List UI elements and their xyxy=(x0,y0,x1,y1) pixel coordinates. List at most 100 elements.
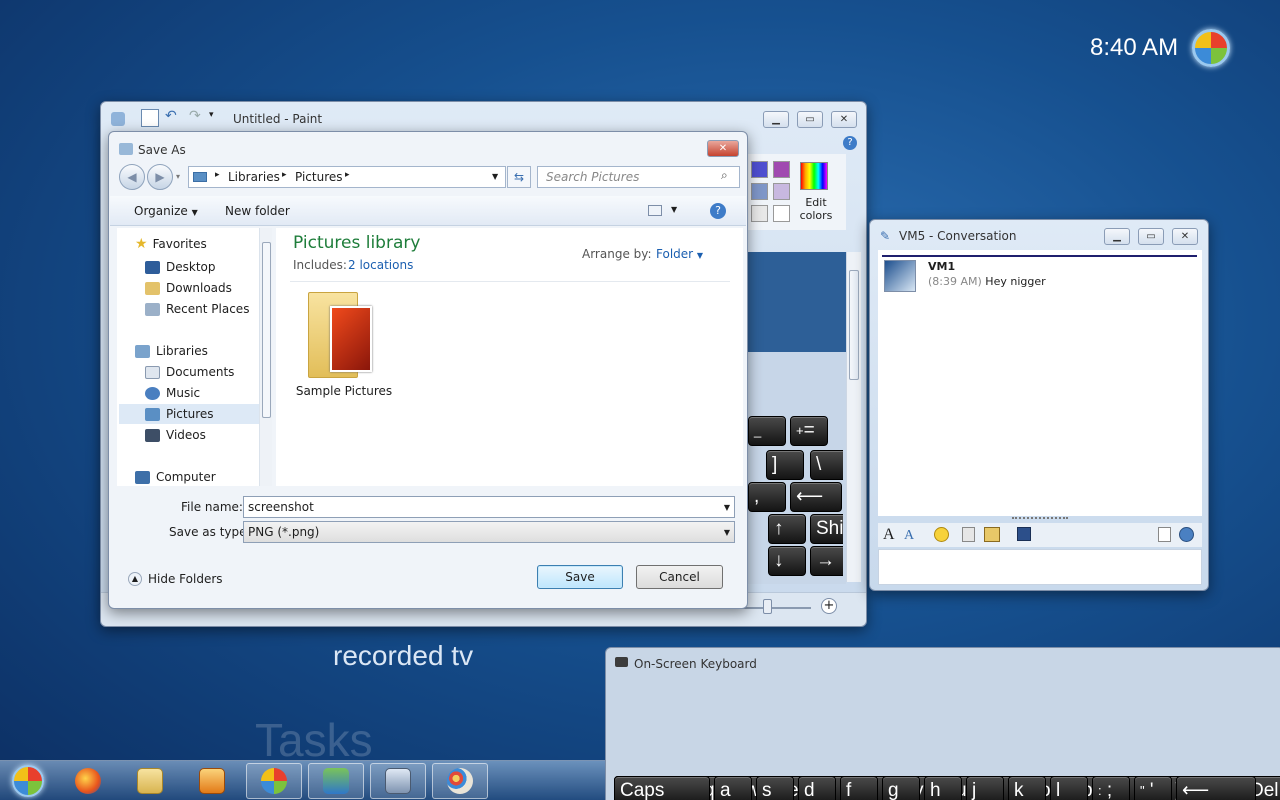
zoom-slider-thumb[interactable] xyxy=(763,599,772,614)
search-icon[interactable]: ⌕ xyxy=(721,168,728,183)
emoticon-icon[interactable] xyxy=(934,527,949,542)
wink-icon[interactable] xyxy=(984,527,1000,542)
key[interactable]: , xyxy=(748,482,786,512)
save-icon[interactable] xyxy=(1017,527,1031,541)
address-bar[interactable]: ▸ Libraries ▸ Pictures ▸ ▼ xyxy=(188,166,506,188)
breadcrumb-separator-icon[interactable]: ▸ xyxy=(282,170,287,180)
paint-maximize-button[interactable]: ▭ xyxy=(797,111,823,128)
key-char[interactable]: j xyxy=(966,776,1004,800)
conversation-close-button[interactable]: ✕ xyxy=(1172,228,1198,245)
media-center-menu-item[interactable]: recorded tv xyxy=(333,640,473,672)
color-swatch[interactable] xyxy=(751,205,768,222)
scrollbar-thumb[interactable] xyxy=(262,242,271,418)
paint-app-icon[interactable] xyxy=(111,112,125,126)
paint-minimize-button[interactable]: ▁ xyxy=(763,111,789,128)
paint-vertical-scrollbar[interactable] xyxy=(846,252,861,582)
color-swatch[interactable] xyxy=(751,161,768,178)
key-char[interactable]: f xyxy=(840,776,878,800)
search-input[interactable]: Search Pictures xyxy=(537,166,740,188)
edit-colors-icon[interactable] xyxy=(800,162,828,190)
chevron-down-icon[interactable]: ▼ xyxy=(724,528,730,537)
key-char[interactable]: k xyxy=(1008,776,1046,800)
key-char[interactable]: s xyxy=(756,776,794,800)
breadcrumb-libraries[interactable]: Libraries xyxy=(228,170,280,184)
key-char[interactable]: d xyxy=(798,776,836,800)
locations-link[interactable]: 2 locations xyxy=(348,258,413,272)
taskbar-messenger[interactable] xyxy=(308,763,364,799)
key[interactable]: ] xyxy=(766,450,804,480)
conversation-minimize-button[interactable]: ▁ xyxy=(1104,228,1130,245)
key-char[interactable]: a xyxy=(714,776,752,800)
key[interactable]: ↑ xyxy=(768,514,806,544)
key[interactable]: _ xyxy=(748,416,786,446)
taskbar-firefox[interactable] xyxy=(60,763,116,799)
font-color-icon[interactable]: A xyxy=(904,528,914,544)
taskbar-on-screen-keyboard[interactable] xyxy=(370,763,426,799)
start-button[interactable] xyxy=(4,763,52,799)
options-icon[interactable] xyxy=(1179,527,1194,542)
organize-button[interactable]: Organize ▼ xyxy=(134,204,198,218)
change-view-icon[interactable] xyxy=(648,205,662,216)
address-dropdown-icon[interactable]: ▼ xyxy=(492,172,498,181)
nav-pane-scrollbar[interactable] xyxy=(259,228,272,486)
favorites-header[interactable]: ★ Favorites xyxy=(135,236,207,252)
color-swatch[interactable] xyxy=(751,183,768,200)
file-name-input[interactable]: screenshot ▼ xyxy=(243,496,735,518)
key-char[interactable]: l xyxy=(1050,776,1088,800)
key-char[interactable]: g xyxy=(882,776,920,800)
splitter-handle[interactable] xyxy=(1012,517,1068,521)
undo-icon[interactable]: ↶ xyxy=(165,108,177,124)
quick-save-icon[interactable] xyxy=(141,109,159,127)
redo-icon[interactable]: ↷ xyxy=(189,108,201,124)
send-file-icon[interactable] xyxy=(1158,527,1171,542)
breadcrumb-pictures[interactable]: Pictures xyxy=(295,170,343,184)
key-caps[interactable]: Caps xyxy=(614,776,710,800)
message-input[interactable] xyxy=(878,549,1202,585)
color-swatch[interactable] xyxy=(773,183,790,200)
key[interactable]: += xyxy=(790,416,828,446)
paint-close-button[interactable]: ✕ xyxy=(831,111,857,128)
taskbar-explorer[interactable] xyxy=(122,763,178,799)
view-options-dropdown-icon[interactable]: ▼ xyxy=(671,205,677,214)
paint-canvas[interactable] xyxy=(746,252,846,352)
libraries-header[interactable]: Libraries xyxy=(135,341,275,361)
key[interactable]: \ xyxy=(810,450,843,480)
paint-help-icon[interactable]: ? xyxy=(843,136,857,150)
conversation-maximize-button[interactable]: ▭ xyxy=(1138,228,1164,245)
zoom-in-icon[interactable]: + xyxy=(821,598,837,614)
key-char[interactable]: " ' xyxy=(1134,776,1172,800)
key[interactable]: ↓ xyxy=(768,546,806,576)
nudge-icon[interactable] xyxy=(962,527,975,542)
hide-folders-button[interactable]: ▲ Hide Folders xyxy=(128,572,223,586)
nav-item-pictures[interactable]: Pictures xyxy=(119,404,259,424)
breadcrumb-separator-icon[interactable]: ▸ xyxy=(215,170,220,180)
cancel-button[interactable]: Cancel xyxy=(636,565,723,589)
save-dialog-close-button[interactable]: ✕ xyxy=(707,140,739,157)
key-char[interactable]: : ; xyxy=(1092,776,1130,800)
key[interactable]: ⟵ xyxy=(790,482,842,512)
key[interactable]: → xyxy=(810,546,843,576)
arrange-by-dropdown[interactable]: Folder ▼ xyxy=(656,247,703,261)
taskbar-media-center[interactable] xyxy=(246,763,302,799)
key[interactable]: Shi xyxy=(810,514,843,544)
customize-toolbar-icon[interactable]: ▾ xyxy=(209,110,214,120)
scrollbar-thumb[interactable] xyxy=(849,270,859,380)
key-char[interactable]: h xyxy=(924,776,962,800)
save-as-type-select[interactable]: PNG (*.png) ▼ xyxy=(243,521,735,543)
recent-locations-dropdown[interactable]: ▾ xyxy=(176,172,180,181)
edit-colors-label[interactable]: Edit colors xyxy=(796,196,836,222)
color-swatch[interactable] xyxy=(773,161,790,178)
nav-item-computer[interactable]: Computer xyxy=(135,467,275,487)
forward-button[interactable]: ▶ xyxy=(147,164,173,190)
color-swatch[interactable] xyxy=(773,205,790,222)
back-button[interactable]: ◀ xyxy=(119,164,145,190)
save-button[interactable]: Save xyxy=(537,565,623,589)
refresh-icon[interactable]: ⇆ xyxy=(507,166,531,188)
help-icon[interactable]: ? xyxy=(710,203,726,219)
new-folder-button[interactable]: New folder xyxy=(225,204,290,218)
chevron-down-icon[interactable]: ▼ xyxy=(724,503,730,512)
taskbar-media-player[interactable] xyxy=(184,763,240,799)
sample-pictures-folder[interactable]: Sample Pictures xyxy=(296,290,392,398)
taskbar-paint[interactable] xyxy=(432,763,488,799)
font-icon[interactable]: A xyxy=(883,526,895,544)
